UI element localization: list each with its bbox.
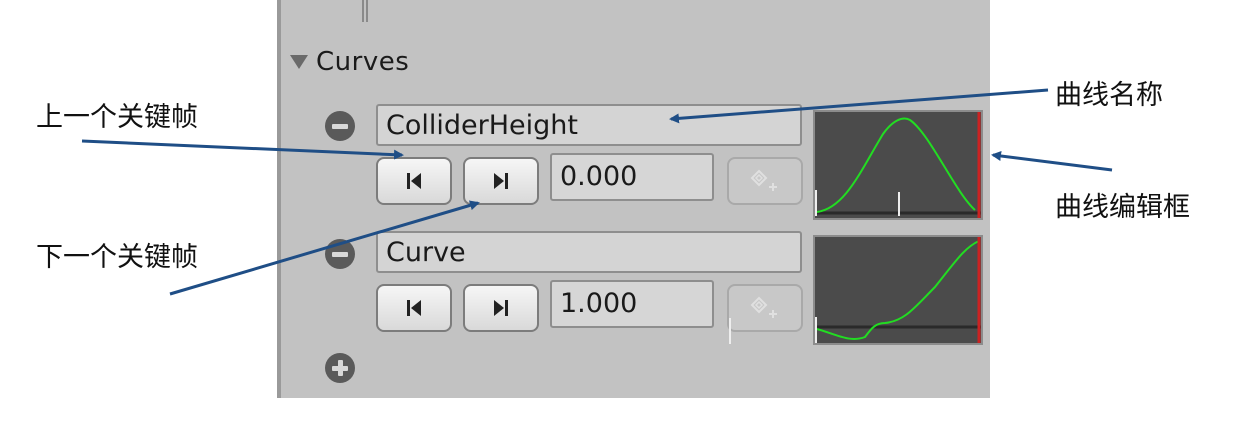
arrow-curve-editor xyxy=(991,151,1113,172)
arrow-prev-keyframe xyxy=(81,139,404,160)
arrow-curve-name xyxy=(669,88,1049,124)
annotation-arrows xyxy=(81,88,1113,296)
arrow-next-keyframe xyxy=(169,200,480,296)
